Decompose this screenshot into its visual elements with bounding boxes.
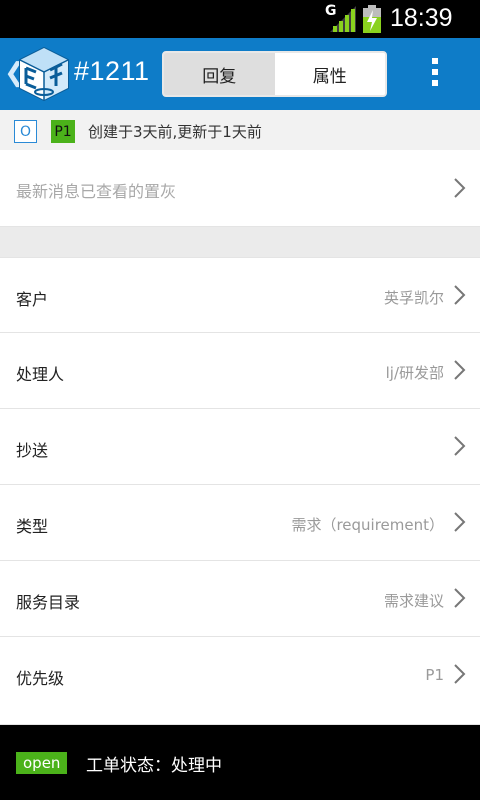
- field-value: 需求建议: [383, 592, 444, 610]
- status-bar: G 18:39: [0, 0, 480, 38]
- chevron-right-icon: [454, 360, 466, 380]
- chevron-right-icon: [454, 285, 466, 305]
- status-badge: open: [16, 752, 68, 774]
- chevron-right-icon: [454, 436, 466, 456]
- ticket-status-text: 工单状态：处理中: [86, 756, 222, 776]
- field-label: 客户: [16, 290, 49, 309]
- tab-reply[interactable]: 回复: [164, 53, 275, 95]
- battery-charging-icon: [363, 5, 381, 33]
- field-row-type[interactable]: 类型 需求（requirement）: [0, 485, 480, 561]
- chevron-right-icon: [454, 588, 466, 608]
- field-value: 英孚凯尔: [383, 289, 444, 307]
- ticket-number: #1211: [74, 56, 150, 86]
- field-row-priority[interactable]: 优先级 P1: [0, 637, 480, 725]
- app-bar: ❮ #1211 回复 属性: [0, 38, 480, 110]
- tab-properties[interactable]: 属性: [274, 53, 385, 95]
- view-switcher: 回复 属性: [162, 51, 387, 97]
- signal-icon: [330, 6, 356, 32]
- field-label: 抄送: [16, 441, 49, 460]
- hint-row[interactable]: 最新消息已查看的置灰: [0, 150, 480, 227]
- field-row-assignee[interactable]: 处理人 lj/研发部: [0, 333, 480, 409]
- field-label: 类型: [16, 517, 49, 536]
- section-gap: [0, 227, 480, 257]
- field-label: 优先级: [16, 669, 65, 688]
- clock: 18:39: [390, 4, 453, 32]
- chevron-right-icon: [454, 178, 466, 198]
- app-logo-icon[interactable]: [18, 46, 70, 102]
- field-row-cc[interactable]: 抄送: [0, 409, 480, 485]
- timestamps-text: 创建于3天前,更新于1天前: [88, 123, 262, 141]
- field-label: 处理人: [16, 365, 65, 384]
- field-row-customer[interactable]: 客户 英孚凯尔: [0, 257, 480, 333]
- state-badge: O: [14, 120, 37, 143]
- field-row-service-catalog[interactable]: 服务目录 需求建议: [0, 561, 480, 637]
- field-value: 需求（requirement）: [291, 516, 444, 534]
- overflow-menu-icon[interactable]: [432, 58, 442, 91]
- chevron-right-icon: [454, 512, 466, 532]
- ticket-info-strip: O P1 创建于3天前,更新于1天前: [0, 110, 480, 150]
- chevron-right-icon: [454, 664, 466, 684]
- field-value: lj/研发部: [385, 364, 444, 382]
- field-value: P1: [425, 666, 444, 684]
- ticket-status-bar: open 工单状态：处理中: [0, 725, 480, 800]
- priority-badge: P1: [51, 120, 75, 143]
- hint-label: 最新消息已查看的置灰: [16, 182, 177, 201]
- field-label: 服务目录: [16, 593, 81, 612]
